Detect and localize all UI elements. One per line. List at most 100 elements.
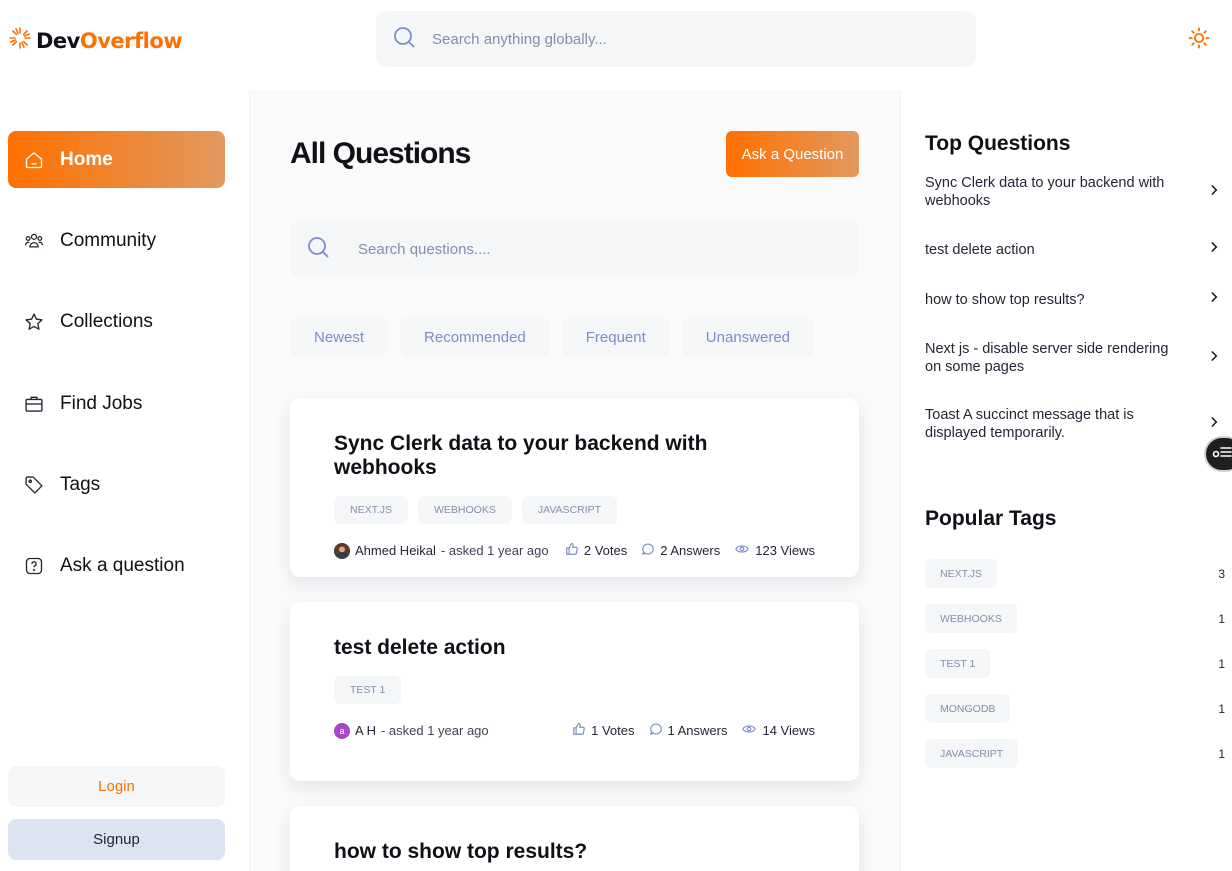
filter-frequent[interactable]: Frequent <box>561 317 670 357</box>
home-icon <box>24 150 44 170</box>
tag-count: 1 <box>1218 656 1225 671</box>
tag-chip[interactable]: JAVASCRIPT <box>521 496 618 524</box>
filter-newest[interactable]: Newest <box>290 317 389 357</box>
question-stats: 1 Votes 1 Answers 14 Views <box>572 722 815 739</box>
author-info[interactable]: Ahmed Heikal - asked 1 year ago <box>334 542 549 559</box>
question-card: Sync Clerk data to your backend with web… <box>290 398 859 577</box>
message-icon <box>641 542 655 559</box>
eye-icon <box>734 542 750 559</box>
ask-question-button[interactable]: Ask a Question <box>726 131 859 177</box>
sun-icon <box>1188 26 1210 54</box>
sidebar-item-tags[interactable]: Tags <box>8 456 225 513</box>
chevron-right-icon <box>1207 183 1221 202</box>
top-question-item[interactable]: how to show top results? <box>925 290 1221 309</box>
tag-chip[interactable]: WEBHOOKS <box>925 604 1017 633</box>
sidebar-item-label: Ask a question <box>60 554 185 576</box>
floating-menu-button[interactable] <box>1204 436 1232 472</box>
asked-time: - asked 1 year ago <box>440 543 549 558</box>
top-question-item[interactable]: Sync Clerk data to your backend with web… <box>925 174 1221 210</box>
question-tags: NEXT.JS WEBHOOKS JAVASCRIPT <box>334 496 815 524</box>
filter-unanswered[interactable]: Unanswered <box>681 317 815 357</box>
sidebar-item-collections[interactable]: Collections <box>8 293 225 350</box>
avatar: a <box>334 722 350 739</box>
main-content: All Questions Ask a Question Newest Reco… <box>250 90 900 871</box>
tag-chip[interactable]: JAVASCRIPT <box>925 739 1019 768</box>
sidebar-item-label: Home <box>60 148 113 170</box>
top-navbar: DevOverflow <box>0 0 1232 90</box>
top-question-item[interactable]: test delete action <box>925 240 1221 259</box>
theme-toggle-button[interactable] <box>1186 26 1212 54</box>
question-meta: Ahmed Heikal - asked 1 year ago 2 Votes … <box>334 542 815 559</box>
question-card: test delete action TEST 1 a A H - asked … <box>290 602 859 781</box>
question-title[interactable]: Sync Clerk data to your backend with web… <box>334 432 815 480</box>
asked-time: - asked 1 year ago <box>380 723 489 738</box>
tag-count: 1 <box>1218 701 1225 716</box>
tag-count: 1 <box>1218 746 1225 761</box>
question-title[interactable]: test delete action <box>334 636 815 660</box>
question-tags: TEST 1 <box>334 676 815 704</box>
tag-count: 1 <box>1218 611 1225 626</box>
tag-chip[interactable]: TEST 1 <box>925 649 991 678</box>
popular-tag-item[interactable]: WEBHOOKS 1 <box>925 604 1225 633</box>
sidebar-item-home[interactable]: Home <box>8 131 225 188</box>
users-icon <box>24 231 44 251</box>
global-search-bar[interactable] <box>376 11 976 67</box>
chevron-right-icon <box>1207 415 1221 434</box>
message-icon <box>649 722 663 739</box>
chevron-right-icon <box>1207 240 1221 259</box>
votes-stat: 1 Votes <box>572 722 635 739</box>
popular-tag-item[interactable]: JAVASCRIPT 1 <box>925 739 1225 768</box>
author-info[interactable]: a A H - asked 1 year ago <box>334 722 489 739</box>
top-question-text: Next js - disable server side rendering … <box>925 341 1169 375</box>
top-question-item[interactable]: Toast A succinct message that is display… <box>925 406 1221 442</box>
popular-tag-item[interactable]: MONGODB 1 <box>925 694 1225 723</box>
sidebar-item-community[interactable]: Community <box>8 212 225 269</box>
thumbs-up-icon <box>565 542 579 559</box>
tag-count: 3 <box>1218 566 1225 581</box>
question-search-input[interactable] <box>358 240 808 258</box>
top-question-item[interactable]: Next js - disable server side rendering … <box>925 340 1221 376</box>
logo-icon <box>8 26 32 55</box>
top-question-text: Toast A succinct message that is display… <box>925 407 1134 441</box>
filter-bar: Newest Recommended Frequent Unanswered <box>290 317 815 357</box>
thumbs-up-icon <box>572 722 586 739</box>
tag-chip[interactable]: WEBHOOKS <box>418 496 512 524</box>
global-search-input[interactable] <box>432 30 932 48</box>
signup-button[interactable]: Signup <box>8 819 225 860</box>
filter-recommended[interactable]: Recommended <box>400 317 550 357</box>
tag-chip[interactable]: NEXT.JS <box>334 496 409 524</box>
question-search-bar[interactable] <box>290 221 859 277</box>
question-title[interactable]: how to show top results? <box>334 840 815 864</box>
top-question-text: how to show top results? <box>925 291 1085 308</box>
answers-stat: 2 Answers <box>641 542 720 559</box>
briefcase-icon <box>24 394 44 414</box>
avatar <box>334 542 350 559</box>
question-stats: 2 Votes 2 Answers 123 Views <box>565 542 815 559</box>
tag-chip[interactable]: NEXT.JS <box>925 559 998 588</box>
chevron-right-icon <box>1207 349 1221 368</box>
author-name: Ahmed Heikal <box>355 543 436 558</box>
top-question-text: test delete action <box>925 241 1035 258</box>
sidebar-item-label: Tags <box>60 473 101 495</box>
right-sidebar: Top Questions Sync Clerk data to your ba… <box>900 90 1232 871</box>
popular-tag-item[interactable]: TEST 1 1 <box>925 649 1225 678</box>
logo[interactable]: DevOverflow <box>8 26 183 55</box>
sidebar-item-label: Community <box>60 229 157 251</box>
sidebar-item-find-jobs[interactable]: Find Jobs <box>8 375 225 432</box>
tag-chip[interactable]: MONGODB <box>925 694 1011 723</box>
menu-toggle-icon <box>1212 444 1232 465</box>
top-question-text: Sync Clerk data to your backend with web… <box>925 175 1165 209</box>
star-icon <box>24 312 44 332</box>
page-title: All Questions <box>290 137 471 170</box>
search-icon <box>306 235 330 264</box>
search-icon <box>392 25 416 54</box>
tag-chip[interactable]: TEST 1 <box>334 676 402 704</box>
logo-text: DevOverflow <box>36 28 183 53</box>
login-button[interactable]: Login <box>8 766 225 807</box>
popular-tag-item[interactable]: NEXT.JS 3 <box>925 559 1225 588</box>
tag-icon <box>24 475 44 495</box>
question-card: how to show top results? <box>290 806 859 871</box>
chevron-right-icon <box>1207 290 1221 309</box>
sidebar-item-ask-question[interactable]: Ask a question <box>8 537 225 594</box>
left-sidebar: Home Community Collections Find Jobs Tag… <box>0 90 250 871</box>
